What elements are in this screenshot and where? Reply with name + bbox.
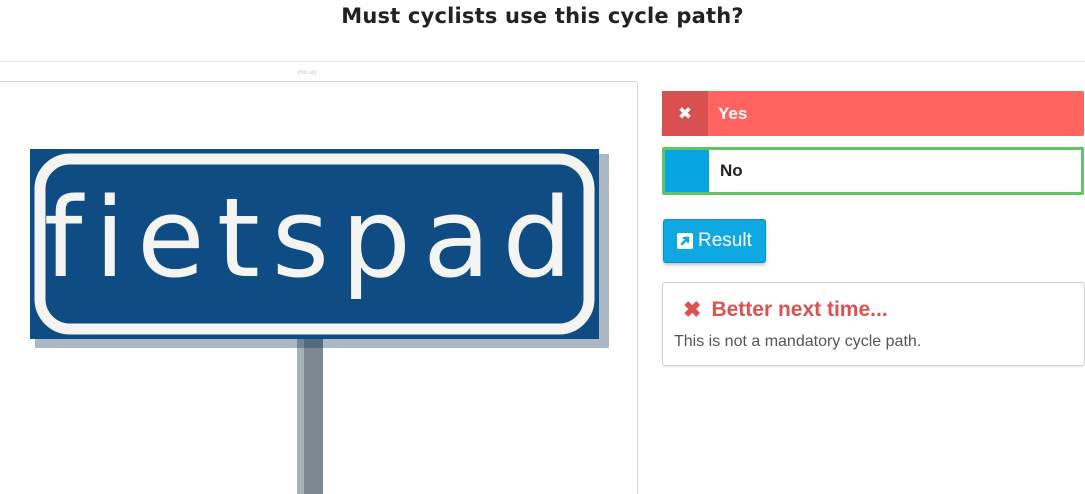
answer-marker-no [665,150,709,192]
feedback-panel: ✖ Better next time... This is not a mand… [662,282,1085,366]
sign-text: fietspad [44,174,584,302]
result-button[interactable]: Result [663,219,766,263]
header-divider [0,61,1085,62]
image-caption: [foto ab] [298,70,317,76]
answer-option-no[interactable]: No [662,147,1084,195]
answer-label-yes: Yes [718,103,748,123]
page-title: Must cyclists use this cycle path? [341,4,744,28]
answer-label-no: No [720,161,743,180]
fietspad-sign-image: fietspad [30,149,609,494]
close-icon: ✖ [662,91,708,136]
feedback-heading-text: Better next time... [711,298,888,321]
answer-option-yes[interactable]: ✖ Yes [662,91,1084,136]
feedback-heading: ✖ Better next time... [683,297,888,323]
question-image: fietspad [0,81,638,494]
feedback-text: This is not a mandatory cycle path. [674,333,922,350]
external-link-icon [677,233,693,249]
close-icon: ✖ [683,297,702,322]
result-button-label: Result [698,230,752,251]
